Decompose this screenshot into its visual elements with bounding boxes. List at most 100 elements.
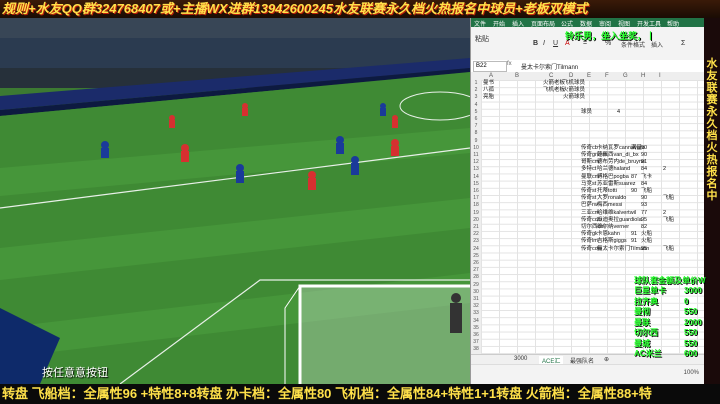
cell[interactable]: 火箭球员 (563, 94, 585, 101)
column-header[interactable]: E (587, 72, 591, 80)
cell[interactable]: 博格巴pogba (597, 174, 629, 181)
cell[interactable]: 91 (641, 159, 647, 166)
cell[interactable]: 亮胎 (483, 94, 494, 101)
cell[interactable]: 91 (631, 238, 637, 245)
cell[interactable]: 传奇lm (581, 238, 598, 245)
cell[interactable]: 哈维维kalvertwil (597, 210, 636, 217)
row-header[interactable]: 28 (471, 274, 481, 280)
row-header[interactable]: 20 (471, 217, 481, 223)
row-header[interactable]: 18 (471, 202, 481, 208)
underline-button[interactable]: U (553, 40, 558, 47)
add-sheet-icon[interactable]: ⊕ (601, 356, 612, 363)
row-header[interactable]: 38 (471, 346, 481, 352)
cell[interactable]: 火船 (641, 238, 652, 245)
row-header[interactable]: 21 (471, 224, 481, 230)
cell[interactable]: 2 (663, 210, 666, 217)
cell[interactable]: 77 (641, 210, 647, 217)
row-header[interactable]: 29 (471, 282, 481, 288)
bold-button[interactable]: B (533, 40, 538, 47)
cell[interactable]: 传奇cb (581, 145, 598, 152)
row-header[interactable]: 36 (471, 332, 481, 338)
ribbon-tab[interactable]: 审阅 (599, 19, 611, 28)
ribbon-tab[interactable]: 视图 (618, 19, 630, 28)
row-header[interactable]: 4 (471, 102, 481, 108)
row-header[interactable]: 9 (471, 138, 481, 144)
cell[interactable]: 82 (641, 224, 647, 231)
row-header[interactable]: 23 (471, 238, 481, 244)
cell[interactable]: 84 (641, 166, 647, 173)
ribbon-tab[interactable]: 插入 (512, 19, 524, 28)
cell[interactable]: 飞卡 (641, 174, 652, 181)
italic-button[interactable]: I (543, 40, 545, 47)
row-header[interactable]: 17 (471, 195, 481, 201)
row-header[interactable]: 30 (471, 289, 481, 295)
cell[interactable]: 托蒂totti (597, 188, 617, 195)
cell[interactable]: 4 (617, 109, 620, 116)
cell[interactable]: 飞船 (663, 195, 674, 202)
sheet-tab[interactable]: 3000 (511, 356, 530, 362)
zoom-level[interactable]: 100% (684, 370, 699, 376)
ribbon-tab[interactable]: 公式 (561, 19, 573, 28)
row-header[interactable]: 16 (471, 188, 481, 194)
cell[interactable]: 多特ct (581, 166, 596, 173)
column-header[interactable]: A (489, 72, 493, 80)
row-header[interactable]: 12 (471, 159, 481, 165)
cell[interactable]: 传奇st (581, 188, 596, 195)
cell[interactable]: 飞船 (641, 188, 652, 195)
ribbon-tab[interactable]: 文件 (474, 19, 486, 28)
row-header[interactable]: 25 (471, 253, 481, 259)
row-header[interactable]: 11 (471, 152, 481, 158)
row-header[interactable]: 14 (471, 174, 481, 180)
row-header[interactable]: 32 (471, 303, 481, 309)
cell[interactable]: 飞机球员 (563, 80, 585, 87)
row-header[interactable]: 2 (471, 87, 481, 93)
fx-icon[interactable]: fx (507, 61, 512, 67)
cell[interactable]: 维尔纳verner (597, 224, 629, 231)
column-header[interactable]: H (641, 72, 645, 80)
ribbon-tab[interactable]: 开发工具 (637, 19, 661, 28)
row-header[interactable]: 19 (471, 210, 481, 216)
row-header[interactable]: 1 (471, 80, 481, 86)
cell[interactable]: 马竞st (581, 181, 596, 188)
row-header[interactable]: 22 (471, 231, 481, 237)
cell[interactable]: 93 (641, 202, 647, 209)
column-header[interactable]: C (549, 72, 553, 80)
ribbon-tab[interactable]: 开始 (493, 19, 505, 28)
cell[interactable]: 90 (641, 145, 647, 152)
cell[interactable]: 球员 (581, 109, 592, 116)
cell[interactable]: 90 (631, 188, 637, 195)
ribbon-tab[interactable]: 页面布局 (531, 19, 555, 28)
cell[interactable]: 90 (641, 152, 647, 159)
column-header[interactable]: G (623, 72, 628, 80)
paste-button[interactable]: 粘贴 (475, 34, 489, 44)
cell[interactable]: 95 (641, 217, 647, 224)
cell[interactable]: 84 (641, 181, 647, 188)
row-header[interactable]: 37 (471, 339, 481, 345)
name-box[interactable]: B22 (473, 61, 507, 72)
row-header[interactable]: 31 (471, 296, 481, 302)
cell[interactable]: 曼书 (483, 80, 494, 87)
cell[interactable]: 吉格斯giggs (597, 238, 627, 245)
ribbon-tab[interactable]: 数据 (580, 19, 592, 28)
row-header[interactable]: 3 (471, 94, 481, 100)
game-view[interactable]: 按任意意按钮 (0, 18, 470, 384)
ribbon-tab[interactable]: 帮助 (667, 19, 679, 28)
row-header[interactable]: 5 (471, 109, 481, 115)
column-header[interactable]: I (659, 72, 661, 80)
cell[interactable]: 瓜迪奥拉guardiola (597, 217, 642, 224)
cell[interactable]: 90 (641, 195, 647, 202)
row-header[interactable]: 26 (471, 260, 481, 266)
column-header[interactable]: F (605, 72, 609, 80)
cell[interactable]: 火箭老板 (543, 80, 565, 87)
cell[interactable]: 范佩西van_di_bx (597, 152, 639, 159)
row-header[interactable]: 24 (471, 246, 481, 252)
cell[interactable]: 2 (663, 166, 666, 173)
cell[interactable]: 95 (641, 246, 647, 253)
cell[interactable]: 91 (631, 231, 637, 238)
cell[interactable]: 飞机老板 (543, 87, 565, 94)
autosum-button[interactable]: Σ (681, 40, 685, 47)
row-header[interactable]: 8 (471, 130, 481, 136)
row-header[interactable]: 34 (471, 318, 481, 324)
column-header[interactable]: D (569, 72, 573, 80)
cell[interactable]: 飞船 (663, 217, 674, 224)
